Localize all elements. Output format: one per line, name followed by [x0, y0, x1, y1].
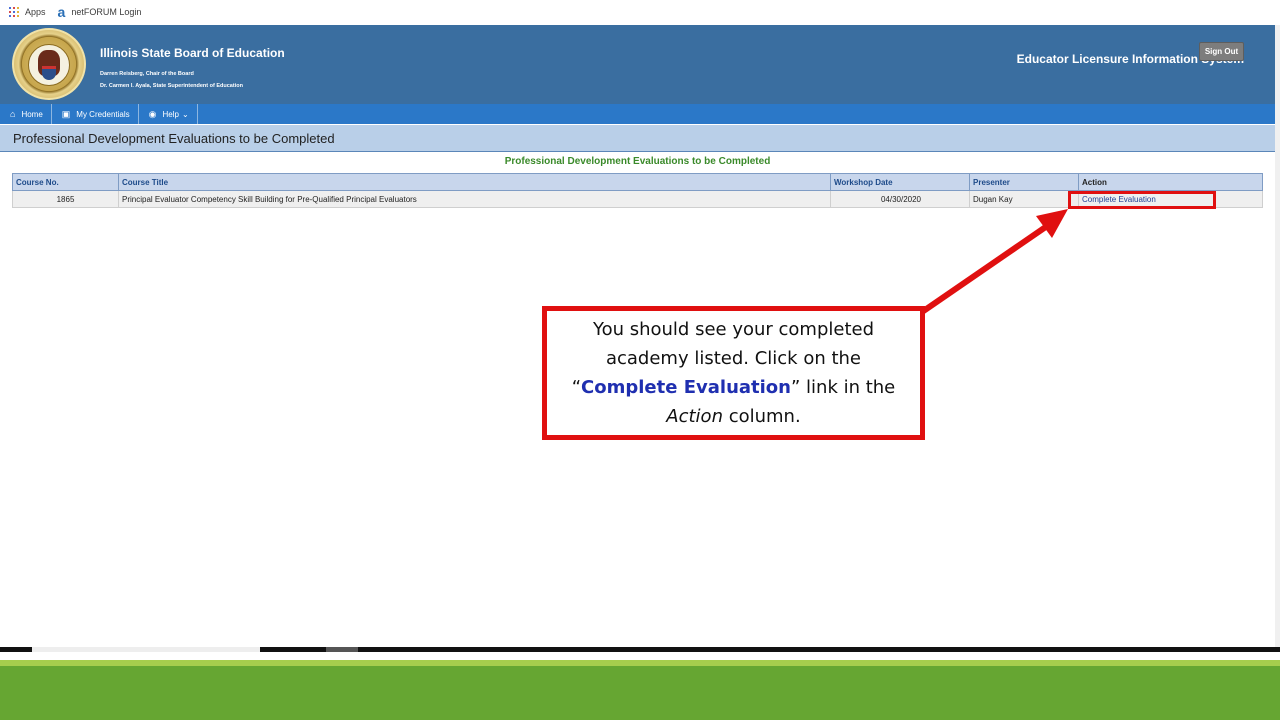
callout-line-1: You should see your completed academy li… [592, 319, 875, 369]
title-band: Professional Development Evaluations to … [0, 125, 1275, 152]
chair-line: Darren Reisberg, Chair of the Board [100, 71, 194, 77]
callout-text: You should see your completed academy li… [569, 315, 899, 431]
table-header-row: Course No. Course Title Workshop Date Pr… [12, 173, 1263, 191]
col-header-course-title[interactable]: Course Title [118, 173, 831, 191]
callout-italic: Action [666, 406, 723, 427]
slide-footer-band [0, 666, 1280, 720]
site-header: Illinois State Board of Education Darren… [0, 25, 1275, 104]
apps-grid-icon [9, 7, 19, 17]
col-header-action: Action [1078, 173, 1263, 191]
org-name: Illinois State Board of Education [100, 46, 285, 60]
nav-item-home-label: Home [21, 109, 43, 119]
state-seal-icon [12, 28, 86, 100]
netforum-logo-icon: a [57, 4, 66, 20]
cell-presenter: Dugan Kay [969, 190, 1079, 208]
col-header-workshop-date[interactable]: Workshop Date [830, 173, 970, 191]
bookmark-apps-label: Apps [25, 7, 46, 17]
vertical-scrollbar[interactable] [1275, 25, 1280, 647]
bookmark-netforum[interactable]: a netFORUM Login [58, 5, 142, 19]
help-icon: ◉ [148, 108, 157, 119]
nav-item-help[interactable]: ◉ Help ⌄ [139, 104, 198, 124]
callout-emphasis: Complete Evaluation [581, 377, 791, 398]
col-header-presenter[interactable]: Presenter [969, 173, 1079, 191]
callout-line-3: column. [722, 406, 801, 427]
superintendent-line: Dr. Carmen I. Ayala, State Superintenden… [100, 83, 243, 89]
cell-course-title: Principal Evaluator Competency Skill Bui… [118, 190, 831, 208]
callout-open-quote: “ [571, 377, 582, 398]
cell-course-no: 1865 [12, 190, 119, 208]
nav-item-credentials[interactable]: ▣ My Credentials [52, 104, 139, 124]
callout-close-quote: ” [790, 377, 801, 398]
home-icon: ⌂ [10, 109, 16, 119]
sign-out-button[interactable]: Sign Out [1199, 42, 1244, 61]
chevron-down-icon: ⌄ [181, 109, 189, 119]
instruction-callout: You should see your completed academy li… [542, 306, 925, 440]
nav-item-credentials-label: My Credentials [76, 109, 130, 119]
main-nav: ⌂ Home ▣ My Credentials ◉ Help ⌄ [0, 104, 1275, 124]
nav-item-home[interactable]: ⌂ Home [0, 104, 52, 124]
callout-line-2: link in the [800, 377, 896, 398]
nav-item-help-label: Help [162, 109, 179, 119]
bookmark-netforum-label: netFORUM Login [71, 7, 142, 17]
credentials-icon: ▣ [61, 108, 71, 119]
bookmark-apps[interactable]: Apps [9, 7, 46, 17]
bookmarks-bar: Apps a netFORUM Login [0, 0, 1280, 24]
page-title: Professional Development Evaluations to … [13, 131, 335, 146]
action-highlight-box [1068, 191, 1216, 209]
table-caption: Professional Development Evaluations to … [504, 156, 771, 167]
page: Apps a netFORUM Login Illinois State Boa… [0, 0, 1280, 720]
slide-footer-divider [0, 652, 1280, 666]
cell-workshop-date: 04/30/2020 [830, 190, 970, 208]
col-header-course-no[interactable]: Course No. [12, 173, 119, 191]
